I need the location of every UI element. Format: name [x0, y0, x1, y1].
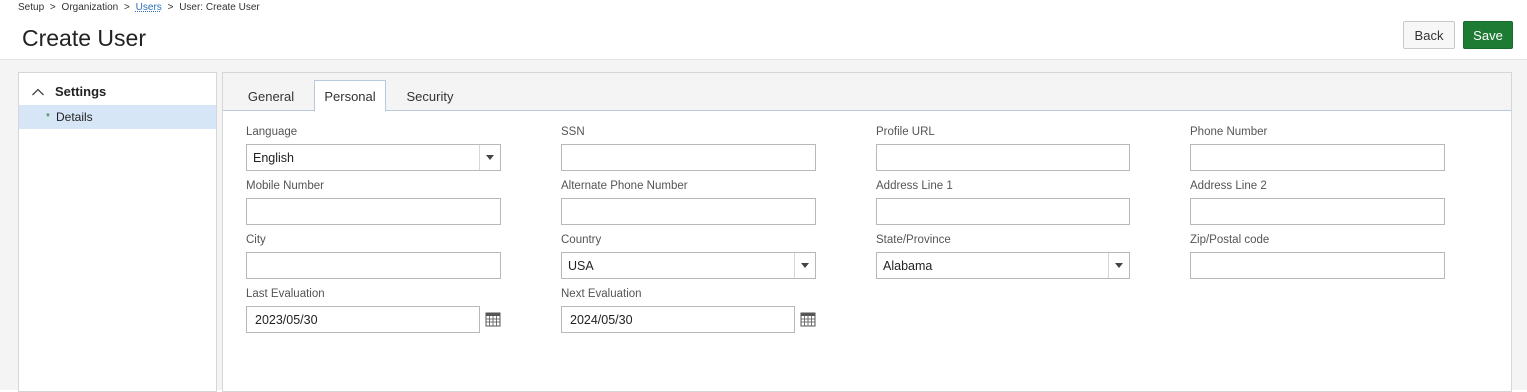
state-label: State/Province [876, 234, 951, 246]
country-value: USA [568, 258, 594, 273]
last-evaluation-label: Last Evaluation [246, 288, 325, 300]
zip-label: Zip/Postal code [1190, 234, 1270, 246]
tab-security[interactable]: Security [391, 80, 469, 112]
required-marker: * [46, 112, 50, 123]
page-title: Create User [22, 25, 146, 51]
alternate-phone-label: Alternate Phone Number [561, 180, 688, 192]
tab-bar: General Personal Security [223, 73, 1511, 112]
settings-sidebar: Settings * Details [18, 72, 217, 392]
ssn-input[interactable] [561, 144, 816, 171]
calendar-icon[interactable] [485, 311, 501, 327]
back-button[interactable]: Back [1403, 21, 1455, 49]
state-select[interactable]: Alabama [876, 252, 1130, 279]
language-select[interactable]: English [246, 144, 501, 171]
chevron-down-icon[interactable] [794, 253, 815, 278]
chevron-down-icon[interactable] [1108, 253, 1129, 278]
address-line-2-label: Address Line 2 [1190, 180, 1267, 192]
next-evaluation-label: Next Evaluation [561, 288, 642, 300]
profile-url-input[interactable] [876, 144, 1130, 171]
content-area: Settings * Details General Personal Secu… [0, 60, 1527, 392]
next-evaluation-input[interactable]: 2024/05/30 [561, 306, 795, 333]
country-select[interactable]: USA [561, 252, 816, 279]
breadcrumb: Setup > Organization > Users > User: Cre… [18, 2, 260, 13]
state-value: Alabama [883, 258, 933, 273]
phone-number-input[interactable] [1190, 144, 1445, 171]
city-input[interactable] [246, 252, 501, 279]
calendar-icon[interactable] [800, 311, 816, 327]
address-line-1-label: Address Line 1 [876, 180, 953, 192]
language-value: English [253, 150, 294, 165]
settings-section-header[interactable]: Settings [19, 81, 216, 103]
country-label: Country [561, 234, 602, 246]
alternate-phone-input[interactable] [561, 198, 816, 225]
sidebar-item-details[interactable]: * Details [19, 105, 216, 129]
breadcrumb-current: User: Create User [179, 2, 260, 13]
tab-personal[interactable]: Personal [314, 80, 386, 112]
breadcrumb-separator: > [49, 2, 56, 13]
address-line-2-input[interactable] [1190, 198, 1445, 225]
breadcrumb-separator: > [167, 2, 174, 13]
mobile-number-input[interactable] [246, 198, 501, 225]
settings-section-label: Settings [55, 84, 107, 99]
page-header: Setup > Organization > Users > User: Cre… [0, 0, 1527, 60]
profile-url-label: Profile URL [876, 126, 935, 138]
address-line-1-input[interactable] [876, 198, 1130, 225]
chevron-up-icon[interactable] [31, 85, 45, 99]
breadcrumb-users-link[interactable]: Users [136, 2, 162, 13]
sidebar-item-label: Details [56, 110, 93, 124]
user-form-panel: General Personal Security Language Engli… [222, 72, 1512, 392]
language-label: Language [246, 126, 298, 138]
breadcrumb-separator: > [124, 2, 130, 13]
mobile-number-label: Mobile Number [246, 180, 324, 192]
ssn-label: SSN [561, 126, 585, 138]
breadcrumb-setup[interactable]: Setup [18, 2, 44, 13]
last-evaluation-input[interactable]: 2023/05/30 [246, 306, 480, 333]
tab-general[interactable]: General [233, 80, 309, 112]
breadcrumb-organization[interactable]: Organization [62, 2, 119, 13]
zip-input[interactable] [1190, 252, 1445, 279]
city-label: City [246, 234, 266, 246]
phone-number-label: Phone Number [1190, 126, 1268, 138]
chevron-down-icon[interactable] [479, 145, 500, 170]
save-button[interactable]: Save [1463, 21, 1513, 49]
